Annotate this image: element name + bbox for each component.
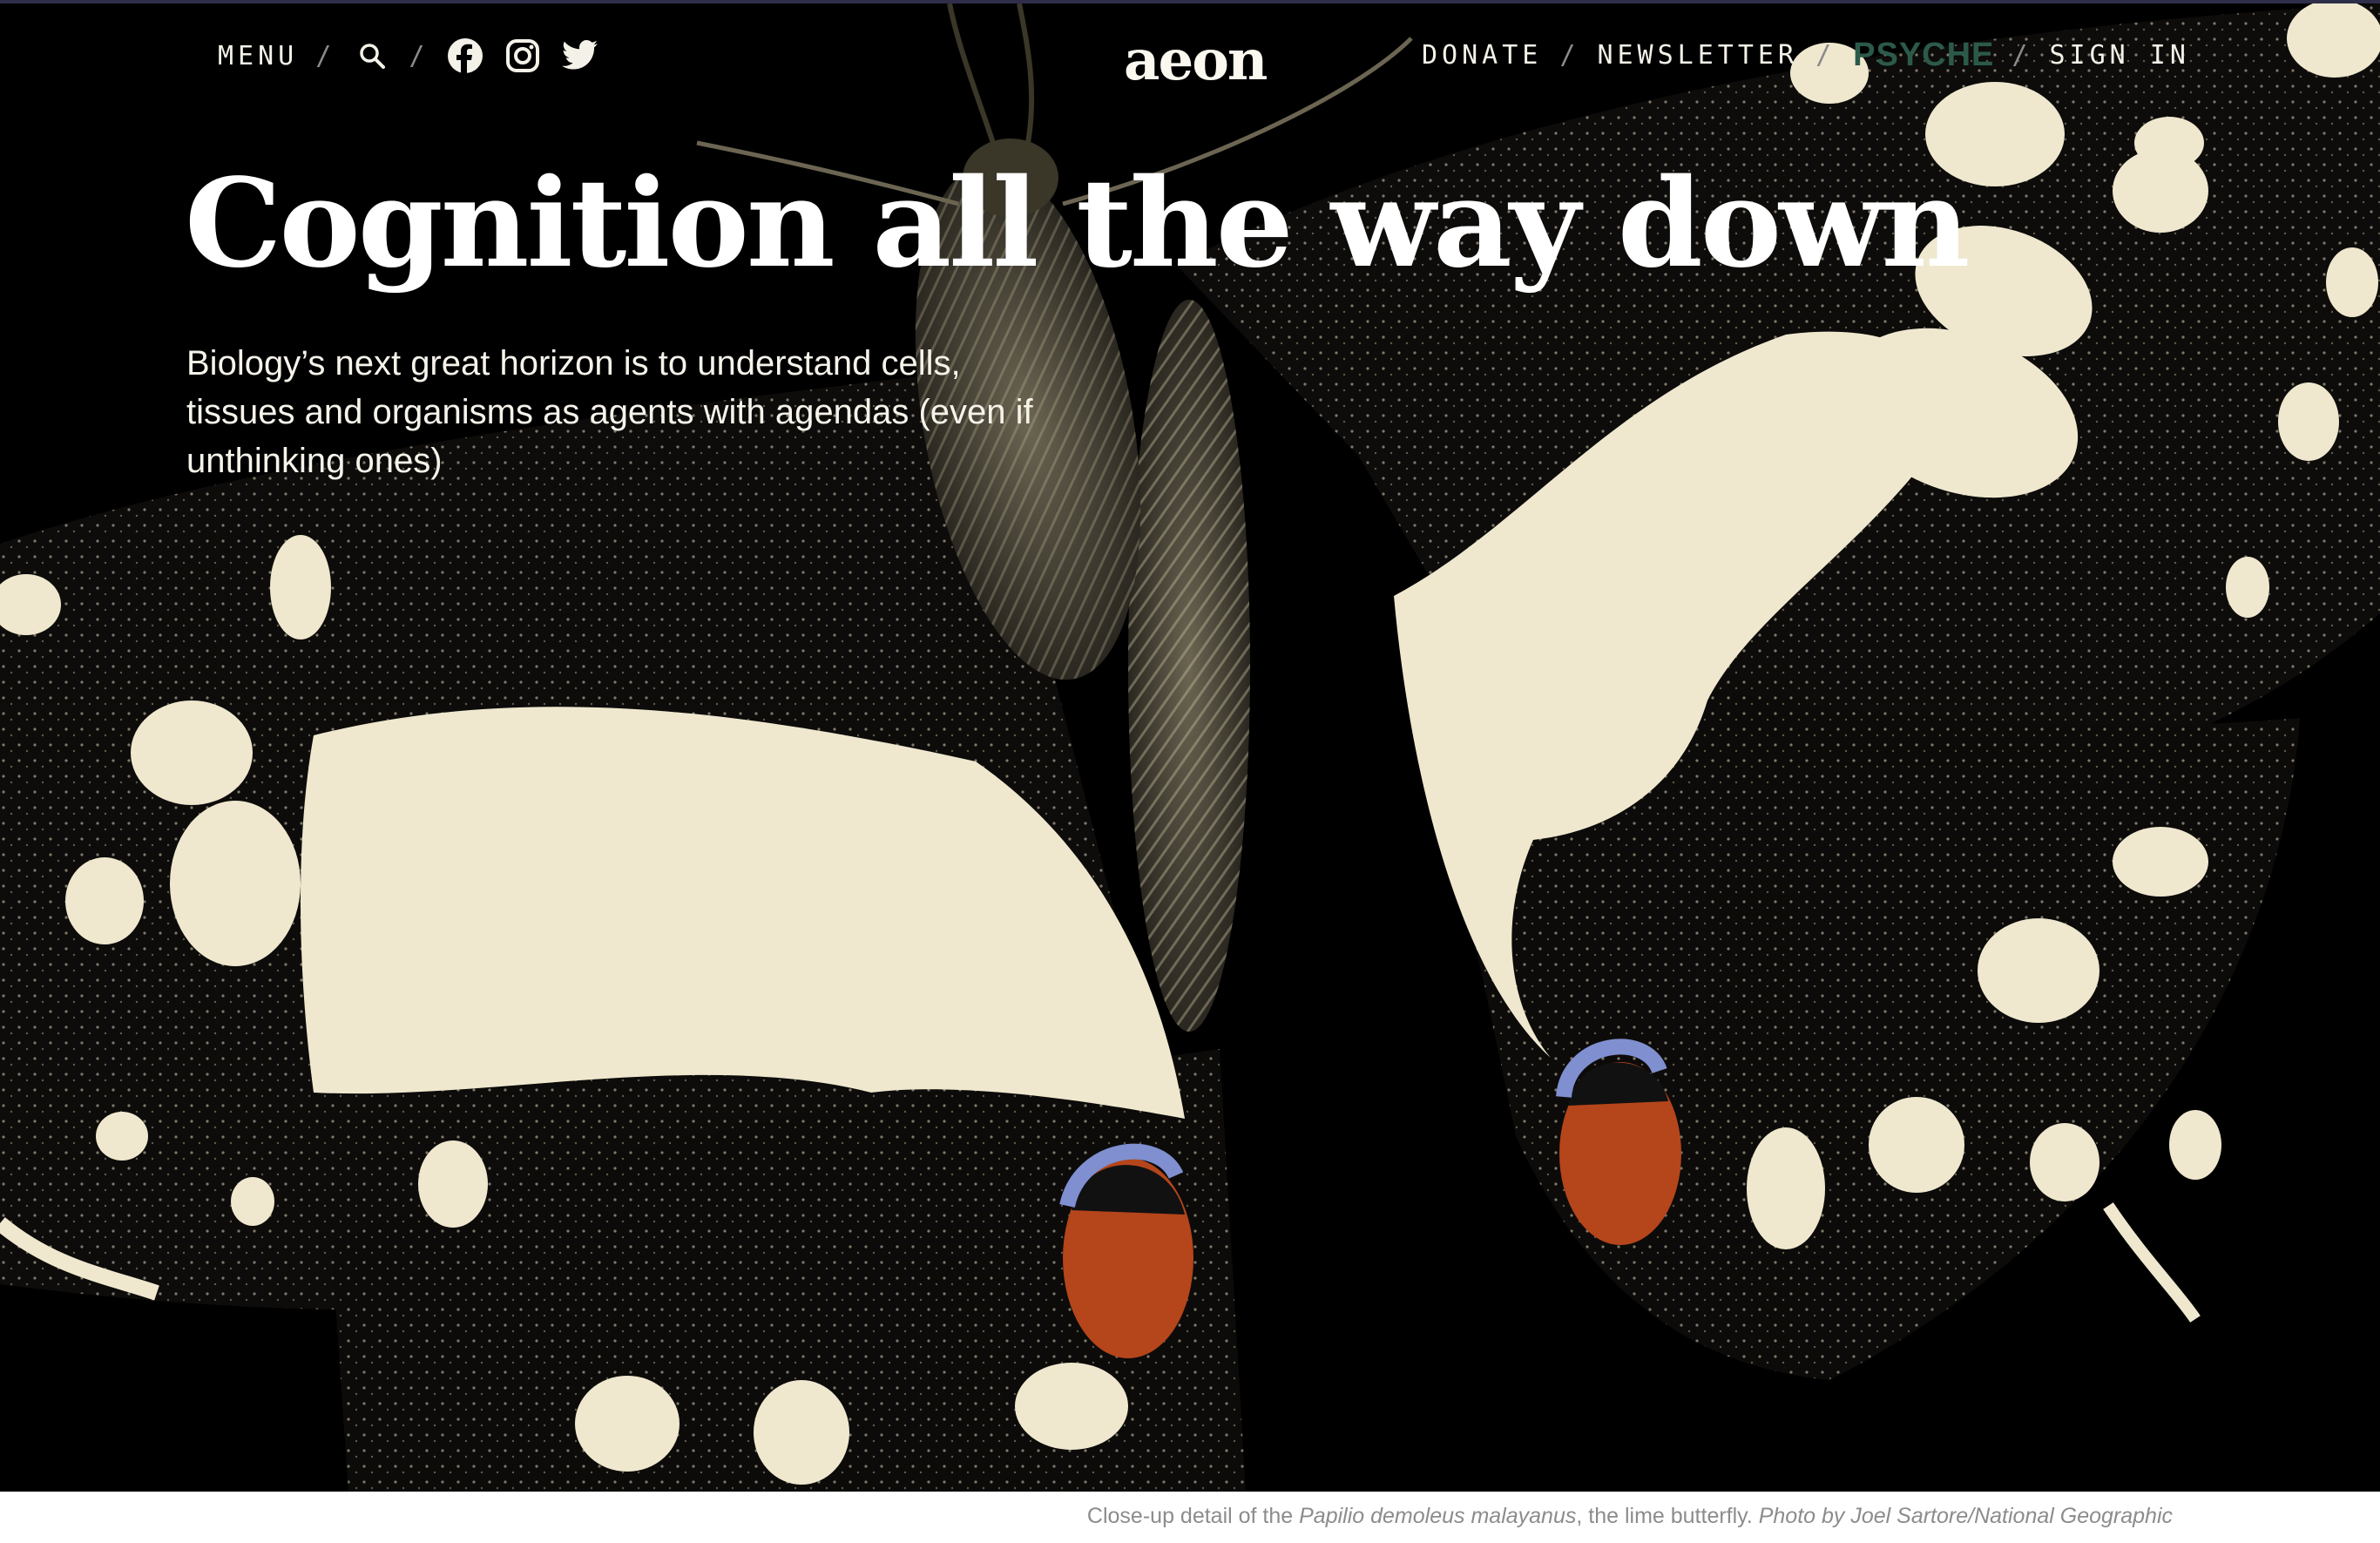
newsletter-link[interactable]: NEWSLETTER xyxy=(1597,40,1798,71)
donate-link[interactable]: DONATE xyxy=(1422,40,1542,71)
search-icon[interactable] xyxy=(353,37,391,75)
caption-credit: Photo by Joel Sartore/National Geographi… xyxy=(1758,1504,2173,1528)
nav-separator: / xyxy=(2012,40,2032,71)
facebook-icon[interactable] xyxy=(446,37,484,75)
instagram-icon[interactable] xyxy=(504,37,542,75)
caption-species: Papilio demoleus malayanus xyxy=(1299,1504,1577,1528)
nav-separator: / xyxy=(1815,40,1836,71)
top-navigation: MENU / / aeon DONATE / NEWSLETTER / PSYC… xyxy=(0,28,2380,93)
caption-middle: , the lime butterfly. xyxy=(1576,1504,1759,1528)
caption-prefix: Close-up detail of the xyxy=(1086,1504,1300,1528)
aeon-logo[interactable]: aeon xyxy=(1124,28,1268,93)
sign-in-link[interactable]: SIGN IN xyxy=(2049,40,2189,71)
nav-separator: / xyxy=(409,40,429,71)
nav-separator: / xyxy=(315,40,336,71)
hero-image: MENU / / aeon DONATE / NEWSLETTER / PSYC… xyxy=(0,3,2380,1492)
twitter-icon[interactable] xyxy=(561,37,599,75)
psyche-link[interactable]: PSYCHE xyxy=(1853,37,1994,74)
nav-separator: / xyxy=(1559,40,1580,71)
article-title: Cognition all the way down xyxy=(185,152,1970,295)
article-subtitle: Biology’s next great horizon is to under… xyxy=(186,344,1033,480)
nav-right-group: DONATE / NEWSLETTER / PSYCHE / SIGN IN xyxy=(1422,37,2190,74)
image-caption: Close-up detail of the Papilio demoleus … xyxy=(1087,1504,2173,1529)
nav-left-group: MENU / / xyxy=(218,37,599,75)
menu-button[interactable]: MENU xyxy=(218,41,298,71)
